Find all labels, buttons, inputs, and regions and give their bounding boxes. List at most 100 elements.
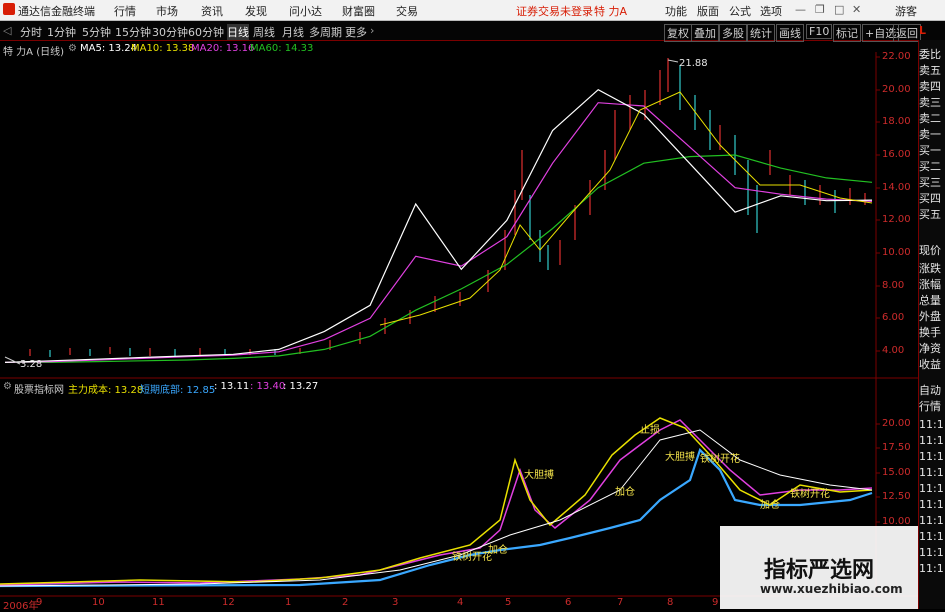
indicator-value-3: : 13.11: [214, 381, 250, 392]
quote-row-卖五[interactable]: 卖五: [919, 64, 945, 78]
quote-row-卖一[interactable]: 卖一: [919, 128, 945, 142]
tick-time: 11:1: [919, 482, 944, 495]
trade-status[interactable]: 证券交易未登录: [516, 3, 593, 19]
xtick-label: 3: [392, 597, 399, 608]
period-1min[interactable]: 1分钟: [47, 24, 76, 40]
user-label[interactable]: 游客: [895, 3, 917, 19]
period-多周期[interactable]: 多周期: [309, 24, 342, 40]
period-30min[interactable]: 30分钟: [152, 24, 188, 40]
ytick-label: 15.00: [882, 467, 911, 478]
ma5-line: [4, 88, 873, 363]
ytick-label: 20.00: [882, 418, 911, 429]
ytick-label: 16.00: [882, 149, 911, 160]
menu-item-功能[interactable]: 功能: [665, 3, 687, 19]
tick-time: 11:1: [919, 562, 944, 575]
quote-row-净资[interactable]: 净资: [919, 342, 945, 356]
panel-quote[interactable]: 行情: [919, 400, 945, 414]
period-60min[interactable]: 60分钟: [188, 24, 224, 40]
quote-row-卖三[interactable]: 卖三: [919, 96, 945, 110]
menu-item-资讯[interactable]: 资讯: [201, 3, 223, 19]
ytick-label: 18.00: [882, 116, 911, 127]
period-bar: ◁ 分时 1分钟 5分钟 15分钟 30分钟 60分钟 日线 周线 月线 多周期…: [0, 21, 945, 42]
menu-item-市场[interactable]: 市场: [156, 3, 178, 19]
watermark: 指标严选网 www.xuezhibiao.com: [720, 526, 918, 609]
ma60-line: [5, 154, 873, 363]
menu-item-公式[interactable]: 公式: [729, 3, 751, 19]
restore-icon[interactable]: ❐: [815, 3, 825, 16]
current-stock: 特 力A: [594, 5, 628, 18]
tick-time: 11:1: [919, 498, 944, 511]
period-日线[interactable]: 日线: [227, 24, 249, 40]
menu-item-行情[interactable]: 行情: [114, 3, 136, 19]
toolbar-F10[interactable]: F10: [806, 24, 833, 39]
menu-item-问小达[interactable]: 问小达: [289, 3, 322, 19]
quote-row-委比[interactable]: 委比: [919, 48, 945, 62]
tick-time: 11:1: [919, 466, 944, 479]
period-分时[interactable]: 分时: [20, 24, 42, 40]
quote-row-买一[interactable]: 买一: [919, 144, 945, 158]
quote-row-买三[interactable]: 买三: [919, 176, 945, 190]
period-5min[interactable]: 5分钟: [82, 24, 111, 40]
menu-item-发现[interactable]: 发现: [245, 3, 267, 19]
panel-letter: L: [919, 24, 927, 37]
app-title: 通达信金融终端: [18, 5, 95, 18]
panel-auto[interactable]: 自动: [919, 384, 945, 398]
more-chevron-icon[interactable]: ›: [370, 24, 374, 37]
close-icon[interactable]: ✕: [852, 3, 861, 16]
menu-item-版面[interactable]: 版面: [697, 3, 719, 19]
xtick-label: 9: [712, 597, 719, 608]
quote-row-卖四[interactable]: 卖四: [919, 80, 945, 94]
signal-label: 大胆搏: [524, 468, 554, 481]
quote-row-涨跌[interactable]: 涨跌: [919, 262, 945, 276]
period-15min[interactable]: 15分钟: [115, 24, 151, 40]
quote-row-买二[interactable]: 买二: [919, 160, 945, 174]
indicator-value-4: : 13.40: [250, 381, 286, 392]
xtick-label: 1: [285, 597, 292, 608]
quote-row-涨幅[interactable]: 涨幅: [919, 278, 945, 292]
ma10-line: [379, 91, 873, 326]
quote-row-买四[interactable]: 买四: [919, 192, 945, 206]
quote-row-买五[interactable]: 买五: [919, 208, 945, 222]
settings-icon[interactable]: ⚙: [3, 381, 12, 392]
ytick-label: 4.00: [882, 345, 905, 356]
menu-item-交易[interactable]: 交易: [396, 3, 418, 19]
quote-row-现价[interactable]: 现价: [919, 244, 945, 258]
main-cost-value: 主力成本: 13.28: [68, 385, 144, 396]
watermark-url: www.xuezhibiao.com: [760, 582, 903, 596]
tick-time: 11:1: [919, 434, 944, 447]
xtick-label: 2006年: [3, 601, 39, 612]
minimize-icon[interactable]: —: [795, 3, 806, 16]
signal-label: 铁树开花: [700, 452, 740, 465]
period-周线[interactable]: 周线: [253, 24, 275, 40]
menu-item-财富圈[interactable]: 财富圈: [342, 3, 375, 19]
quote-row-外盘[interactable]: 外盘: [919, 310, 945, 324]
kline-chart[interactable]: 21.88 3.28 大胆搏 大胆搏 铁树开花 加仓 加仓 加仓 止损 铁树开花…: [0, 40, 918, 609]
quote-row-收益[interactable]: 收益: [919, 358, 945, 372]
maximize-icon[interactable]: □: [834, 3, 844, 16]
indicator-value-5: : 13.27: [283, 381, 319, 392]
period-月线[interactable]: 月线: [282, 24, 304, 40]
ytick-label: 20.00: [882, 84, 911, 95]
quote-row-换手[interactable]: 换手: [919, 326, 945, 340]
collapse-icon[interactable]: ◁: [3, 24, 11, 37]
quote-row-卖二[interactable]: 卖二: [919, 112, 945, 126]
signal-label: 加仓: [760, 498, 780, 511]
ytick-label: 22.00: [882, 51, 911, 62]
signal-label: 大胆搏: [665, 450, 695, 463]
signal-label: 铁树开花: [452, 550, 492, 563]
xtick-label: 6: [565, 597, 572, 608]
signal-label: 加仓: [615, 485, 635, 498]
xtick-label: 11: [152, 597, 165, 608]
ma20-line: [4, 102, 873, 363]
tick-time: 11:1: [919, 514, 944, 527]
ytick-label: 17.50: [882, 442, 911, 453]
ytick-label: 10.00: [882, 247, 911, 258]
quote-row-总量[interactable]: 总量: [919, 294, 945, 308]
xtick-label: 10: [92, 597, 105, 608]
watermark-title: 指标严选网: [764, 558, 875, 583]
xtick-label: 7: [617, 597, 624, 608]
period-更多[interactable]: 更多: [345, 24, 367, 40]
menu-item-选项[interactable]: 选项: [760, 3, 782, 19]
low-price-label: 3.28: [20, 359, 42, 370]
ytick-label: 6.00: [882, 312, 905, 323]
